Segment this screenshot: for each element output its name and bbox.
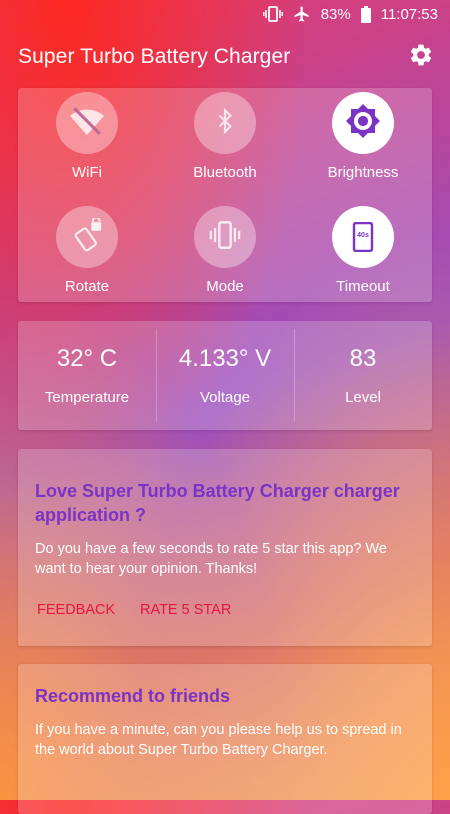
recommend-card: Recommend to friends If you have a minut…: [18, 664, 432, 814]
recommend-card-title: Recommend to friends: [35, 686, 231, 706]
timeout-toggle-circle[interactable]: 40s: [332, 206, 394, 268]
quick-toggles-card: WiFi Bluetooth Brightness Rotate Mode 40…: [18, 88, 432, 302]
battery-stats-card: 32° C Temperature 4.133° V Voltage 83 Le…: [18, 321, 432, 430]
toggle-mode[interactable]: Mode: [160, 206, 290, 295]
voltage-label: Voltage: [199, 389, 251, 406]
toggle-rotate[interactable]: Rotate: [22, 206, 152, 295]
level-value: 83: [349, 345, 377, 372]
toggle-wifi[interactable]: WiFi: [22, 92, 152, 181]
stat-level: 83 Level: [294, 321, 432, 430]
rotate-toggle-circle[interactable]: [56, 206, 118, 268]
clock-text: 11:07:53: [380, 5, 438, 23]
vibrate-icon: [208, 218, 242, 257]
rate-5-star-button[interactable]: RATE 5 STAR: [140, 602, 231, 618]
app-bar: Super Turbo Battery Charger: [0, 28, 450, 86]
stat-voltage: 4.133° V Voltage: [156, 321, 294, 430]
toggle-label-rotate: Rotate: [64, 278, 110, 295]
rate-app-card: Love Super Turbo Battery Charger charger…: [18, 449, 432, 646]
brightness-toggle-circle[interactable]: [332, 92, 394, 154]
timeout-icon: 40s: [352, 221, 374, 253]
timeout-badge: 40s: [357, 232, 369, 239]
bluetooth-icon: [212, 107, 238, 139]
voltage-value: 4.133° V: [178, 345, 272, 372]
vibrate-status-icon: [262, 6, 283, 22]
battery-icon: [360, 5, 371, 23]
battery-percent-text: 83%: [320, 5, 351, 23]
toggle-label-timeout: Timeout: [336, 278, 390, 295]
recommend-card-body: If you have a minute, can you please hel…: [35, 722, 402, 758]
toggle-label-mode: Mode: [206, 278, 244, 295]
bluetooth-toggle-circle[interactable]: [194, 92, 256, 154]
brightness-icon: [345, 103, 381, 144]
level-label: Level: [345, 389, 381, 406]
rate-card-title: Love Super Turbo Battery Charger charger…: [35, 481, 400, 525]
airplane-mode-icon: [293, 5, 311, 23]
rotate-lock-icon: [70, 215, 104, 257]
status-bar: 83% 11:07:53: [0, 0, 450, 28]
toggle-timeout[interactable]: 40s Timeout: [298, 206, 428, 295]
temperature-value: 32° C: [56, 345, 118, 372]
settings-button[interactable]: [406, 42, 436, 72]
toggle-label-brightness: Brightness: [327, 164, 399, 181]
feedback-button[interactable]: FEEDBACK: [37, 602, 115, 618]
app-title: Super Turbo Battery Charger: [18, 45, 291, 68]
rate-card-body: Do you have a few seconds to rate 5 star…: [35, 541, 387, 577]
gear-icon: [408, 42, 434, 73]
wifi-toggle-circle[interactable]: [56, 92, 118, 154]
toggle-label-wifi: WiFi: [72, 164, 102, 181]
stat-temperature: 32° C Temperature: [18, 321, 156, 430]
toggle-brightness[interactable]: Brightness: [298, 92, 428, 181]
temperature-label: Temperature: [44, 389, 130, 406]
wifi-off-icon: [70, 104, 104, 143]
toggle-bluetooth[interactable]: Bluetooth: [160, 92, 290, 181]
mode-toggle-circle[interactable]: [194, 206, 256, 268]
toggle-label-bluetooth: Bluetooth: [193, 164, 257, 181]
